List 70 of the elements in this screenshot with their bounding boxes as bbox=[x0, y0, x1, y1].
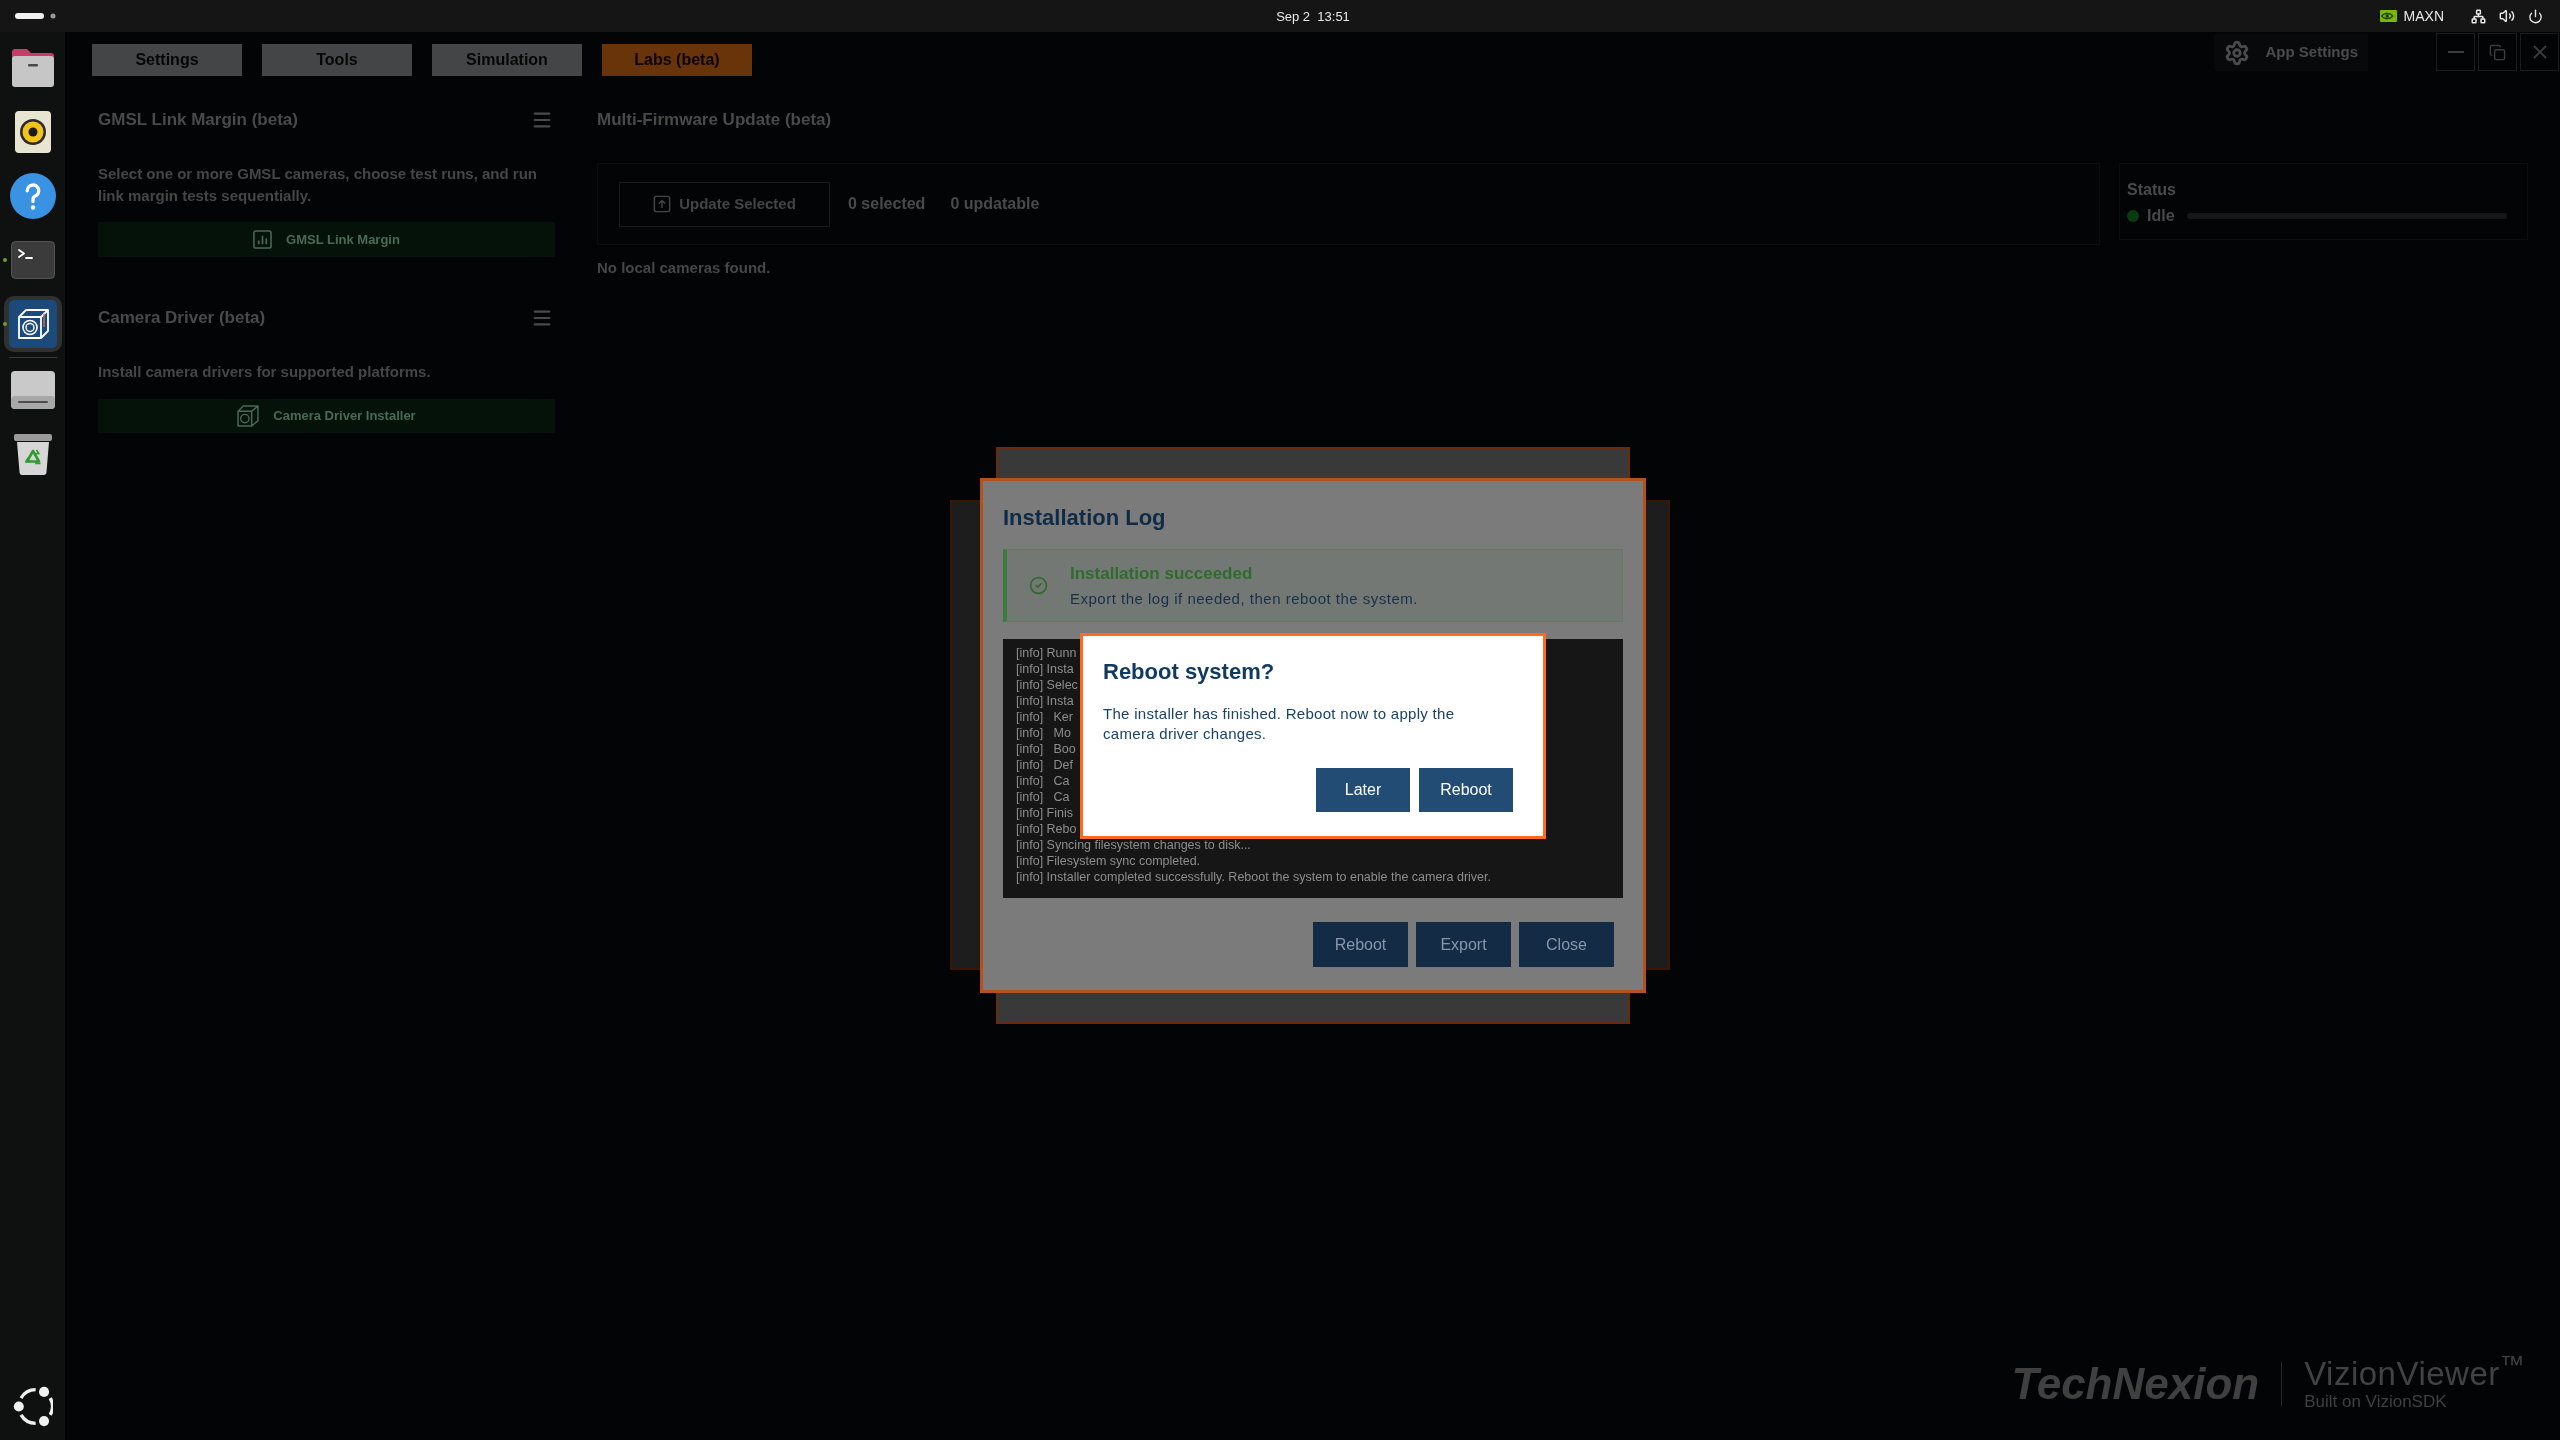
tab[interactable]: Labs (beta) bbox=[602, 44, 752, 76]
restore-icon bbox=[2489, 43, 2506, 61]
log-line: [info] Runn bbox=[1016, 645, 1077, 661]
section-title: Multi-Firmware Update (beta) bbox=[597, 109, 832, 131]
chart-icon bbox=[253, 230, 273, 249]
help-icon bbox=[9, 173, 56, 219]
network-icon[interactable] bbox=[2471, 8, 2486, 24]
log-line: [info] Finis bbox=[1016, 805, 1073, 821]
dialog-button[interactable]: Close bbox=[1519, 922, 1614, 967]
panel-description: Install camera drivers for supported platforms. bbox=[98, 362, 432, 382]
dialog-button[interactable]: Export bbox=[1416, 922, 1511, 967]
dialog-title: Installation Log bbox=[1003, 504, 1166, 532]
panel-title: Camera Driver (beta) bbox=[98, 307, 266, 329]
status-text: Idle bbox=[2147, 207, 2175, 225]
log-line: [info] Ca bbox=[1016, 789, 1070, 805]
eye-logo-icon bbox=[2379, 10, 2397, 22]
log-line: [info] Boo bbox=[1016, 741, 1076, 757]
log-line: [info] Mo bbox=[1016, 725, 1071, 741]
log-line: [info] Insta bbox=[1016, 661, 1074, 677]
update-selected-button[interactable]: Update Selected bbox=[619, 181, 830, 227]
log-line: [info] Selec bbox=[1016, 677, 1078, 693]
selected-count: 0 selected bbox=[848, 194, 926, 214]
power-mode-button[interactable]: MAXN bbox=[2379, 8, 2444, 24]
folder-icon bbox=[10, 48, 55, 88]
panel-action-button[interactable]: Camera Driver Installer bbox=[98, 399, 555, 433]
tab[interactable]: Tools bbox=[262, 44, 412, 76]
camera-cube-icon bbox=[8, 300, 57, 348]
log-line: [info] Filesystem sync completed. bbox=[1016, 853, 1201, 869]
workspace-indicator-icon[interactable] bbox=[15, 13, 57, 19]
log-line: [info] Rebo bbox=[1016, 821, 1077, 837]
volume-icon[interactable] bbox=[2499, 8, 2515, 24]
terminal-icon bbox=[10, 241, 55, 279]
log-line: [info] Ca bbox=[1016, 773, 1070, 789]
dock-item[interactable] bbox=[3, 296, 62, 352]
log-line: [info] Installer completed successfully. Reboot the system to enable the camera driver. bbox=[1016, 869, 1491, 885]
dialog-title: Reboot system? bbox=[1103, 658, 1275, 686]
banner-message: Export the log if needed, then reboot the system. bbox=[1070, 588, 1419, 609]
log-line: [info] Def bbox=[1016, 757, 1073, 773]
product-tagline: Built on VizionSDK bbox=[2304, 1392, 2448, 1412]
check-circle-icon bbox=[1029, 576, 1048, 595]
log-line: [info] Ker bbox=[1016, 709, 1073, 725]
app-settings-button[interactable]: App Settings bbox=[2213, 34, 2368, 71]
power-icon[interactable] bbox=[2528, 8, 2543, 24]
product-name: VizionViewer$^{™}$ bbox=[2304, 1356, 2525, 1392]
status-label: Status bbox=[2127, 181, 2176, 199]
tab[interactable]: Simulation bbox=[432, 44, 582, 76]
upload-icon bbox=[653, 195, 672, 213]
dialog-message: The installer has finished. Reboot now to apply the camera driver changes. bbox=[1103, 704, 1456, 744]
drive-icon bbox=[10, 371, 55, 409]
settings-icon bbox=[2223, 39, 2250, 66]
status-dot-icon bbox=[2127, 210, 2139, 222]
log-line: [info] Insta bbox=[1016, 693, 1074, 709]
trash-bin-icon bbox=[12, 433, 53, 475]
dialog-button[interactable]: Later bbox=[1316, 768, 1410, 812]
minimize-icon bbox=[2447, 51, 2464, 53]
clock[interactable]: Sep 2 13:51 bbox=[1276, 9, 1350, 25]
camera-cube-icon bbox=[237, 405, 260, 427]
updatable-count: 0 updatable bbox=[950, 194, 1040, 214]
banner-title: Installation succeeded bbox=[1070, 562, 1253, 585]
dialog-button[interactable]: Reboot bbox=[1419, 768, 1513, 812]
empty-message: No local cameras found. bbox=[597, 258, 771, 278]
panel-action-button[interactable]: GMSL Link Margin bbox=[98, 222, 555, 257]
brand-logo: TechNexion bbox=[2011, 1360, 2260, 1408]
dialog-button[interactable]: Reboot bbox=[1313, 922, 1408, 967]
circle-dots-icon[interactable] bbox=[12, 1386, 53, 1427]
speaker-icon bbox=[13, 110, 52, 154]
tab[interactable]: Settings bbox=[92, 44, 242, 76]
log-line: [info] Syncing filesystem changes to disk... bbox=[1016, 837, 1251, 853]
panel-description: Select one or more GMSL cameras, choose test runs, and run link margin tests sequentially. bbox=[98, 164, 539, 206]
panel-title: GMSL Link Margin (beta) bbox=[98, 109, 298, 131]
